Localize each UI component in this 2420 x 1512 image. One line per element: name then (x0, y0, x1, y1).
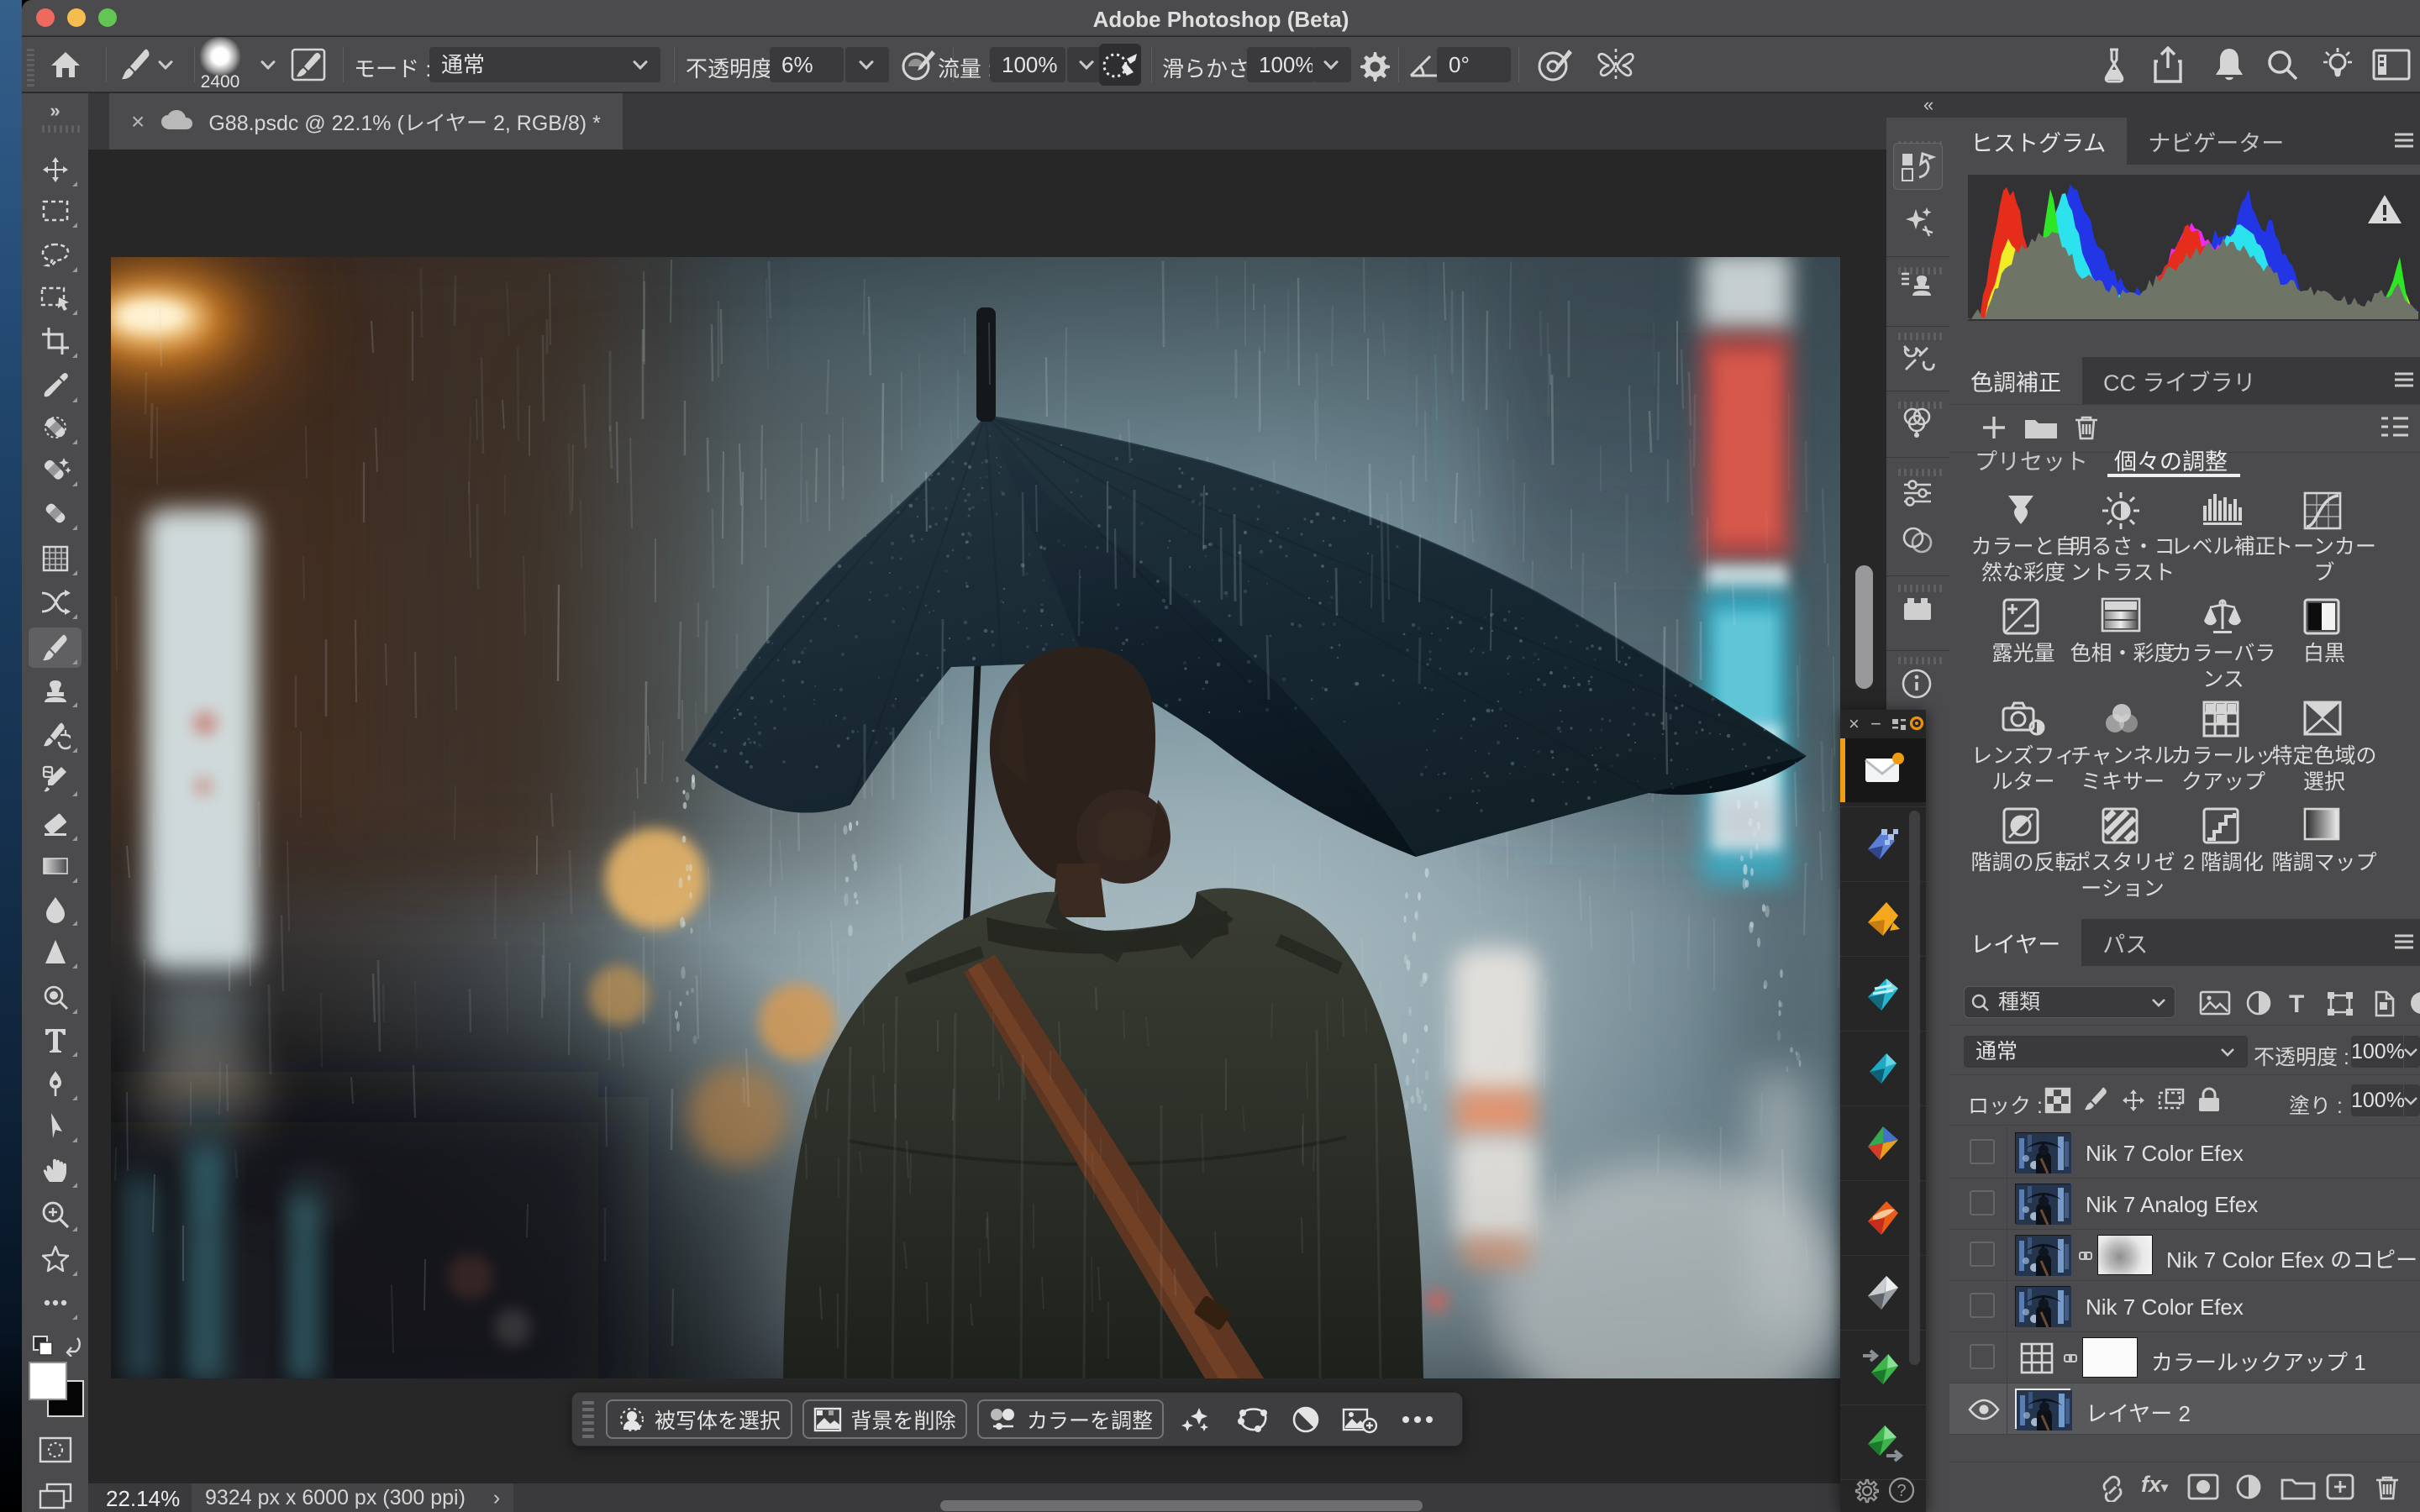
svg-text:?: ? (1897, 1482, 1906, 1500)
